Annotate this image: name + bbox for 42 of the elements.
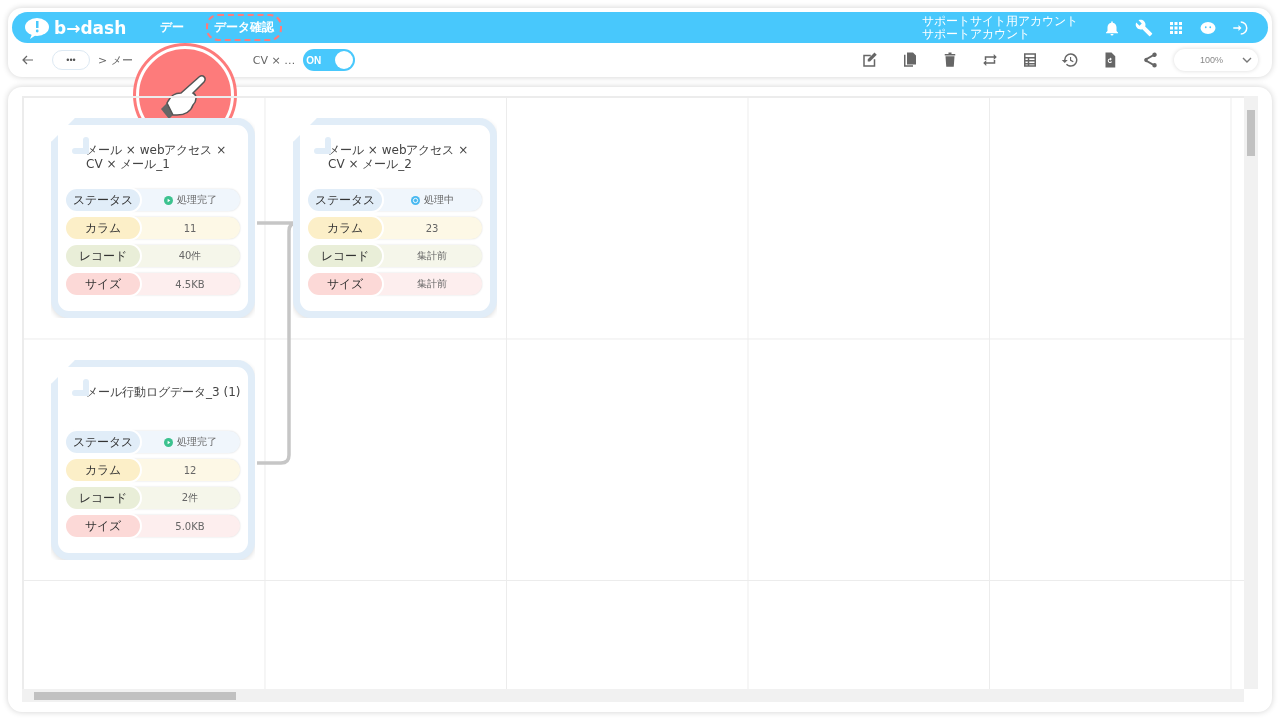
row-value: 2件 [180, 491, 200, 505]
row-value: 処理中 [382, 189, 482, 211]
logo-text: b→dash [54, 17, 127, 38]
row-label: ステータス [66, 189, 140, 211]
card-title: メール × webアクセス × CV × メール_2 [328, 142, 470, 173]
data-card[interactable]: メール行動ログデータ_3 (1) ステータス 処理完了 カラム 12 レコード 2件 サイズ 5.0KB [51, 360, 255, 560]
row-label: ステータス [308, 189, 382, 211]
row-value: 40件 [177, 249, 203, 263]
data-card[interactable]: メール × webアクセス × CV × メール_2 ステータス 処理中 カラム 23 レコード 集計前 サイズ 集計前 [293, 118, 497, 318]
card-title: メール × webアクセス × CV × メール_1 [86, 142, 228, 173]
chevron-down-icon [1242, 57, 1252, 63]
row-value: 処理完了 [140, 189, 240, 211]
more-button[interactable]: ••• [52, 50, 90, 70]
row-label: カラム [66, 459, 140, 481]
account-name: サポートサイト用アカウント [922, 14, 1078, 28]
vertical-scrollbar[interactable] [1244, 96, 1258, 689]
row-label: レコード [308, 245, 382, 267]
row-label: ステータス [66, 431, 140, 453]
row-label: サイズ [66, 273, 140, 295]
card-title: メール行動ログデータ_3 (1) [86, 384, 242, 401]
row-label: レコード [66, 245, 140, 267]
breadcrumb: > メー [98, 52, 133, 68]
row-value: 12 [182, 463, 198, 478]
row-value: 処理完了 [140, 431, 240, 453]
row-label: サイズ [66, 515, 140, 537]
breadcrumb: CV × … [252, 53, 296, 67]
cloud-logo-icon [24, 16, 50, 39]
row-label: カラム [308, 217, 382, 239]
zoom-select[interactable]: 100% [1174, 49, 1258, 71]
back-arrow-icon[interactable] [22, 55, 34, 65]
row-label: カラム [66, 217, 140, 239]
row-label: サイズ [308, 273, 382, 295]
data-card[interactable]: メール × webアクセス × CV × メール_1 ステータス 処理完了 カラム 11 レコード 40件 サイズ 4.5KB [51, 118, 255, 318]
row-value: 5.0KB [174, 519, 206, 534]
row-value: 23 [424, 221, 440, 236]
horizontal-scrollbar[interactable] [22, 689, 1244, 702]
row-value: 集計前 [416, 277, 448, 291]
row-value: 4.5KB [174, 277, 206, 292]
row-value: 11 [182, 221, 198, 236]
row-label: レコード [66, 487, 140, 509]
row-value: 集計前 [416, 249, 448, 263]
account-name: サポートアカウント [922, 27, 1031, 41]
